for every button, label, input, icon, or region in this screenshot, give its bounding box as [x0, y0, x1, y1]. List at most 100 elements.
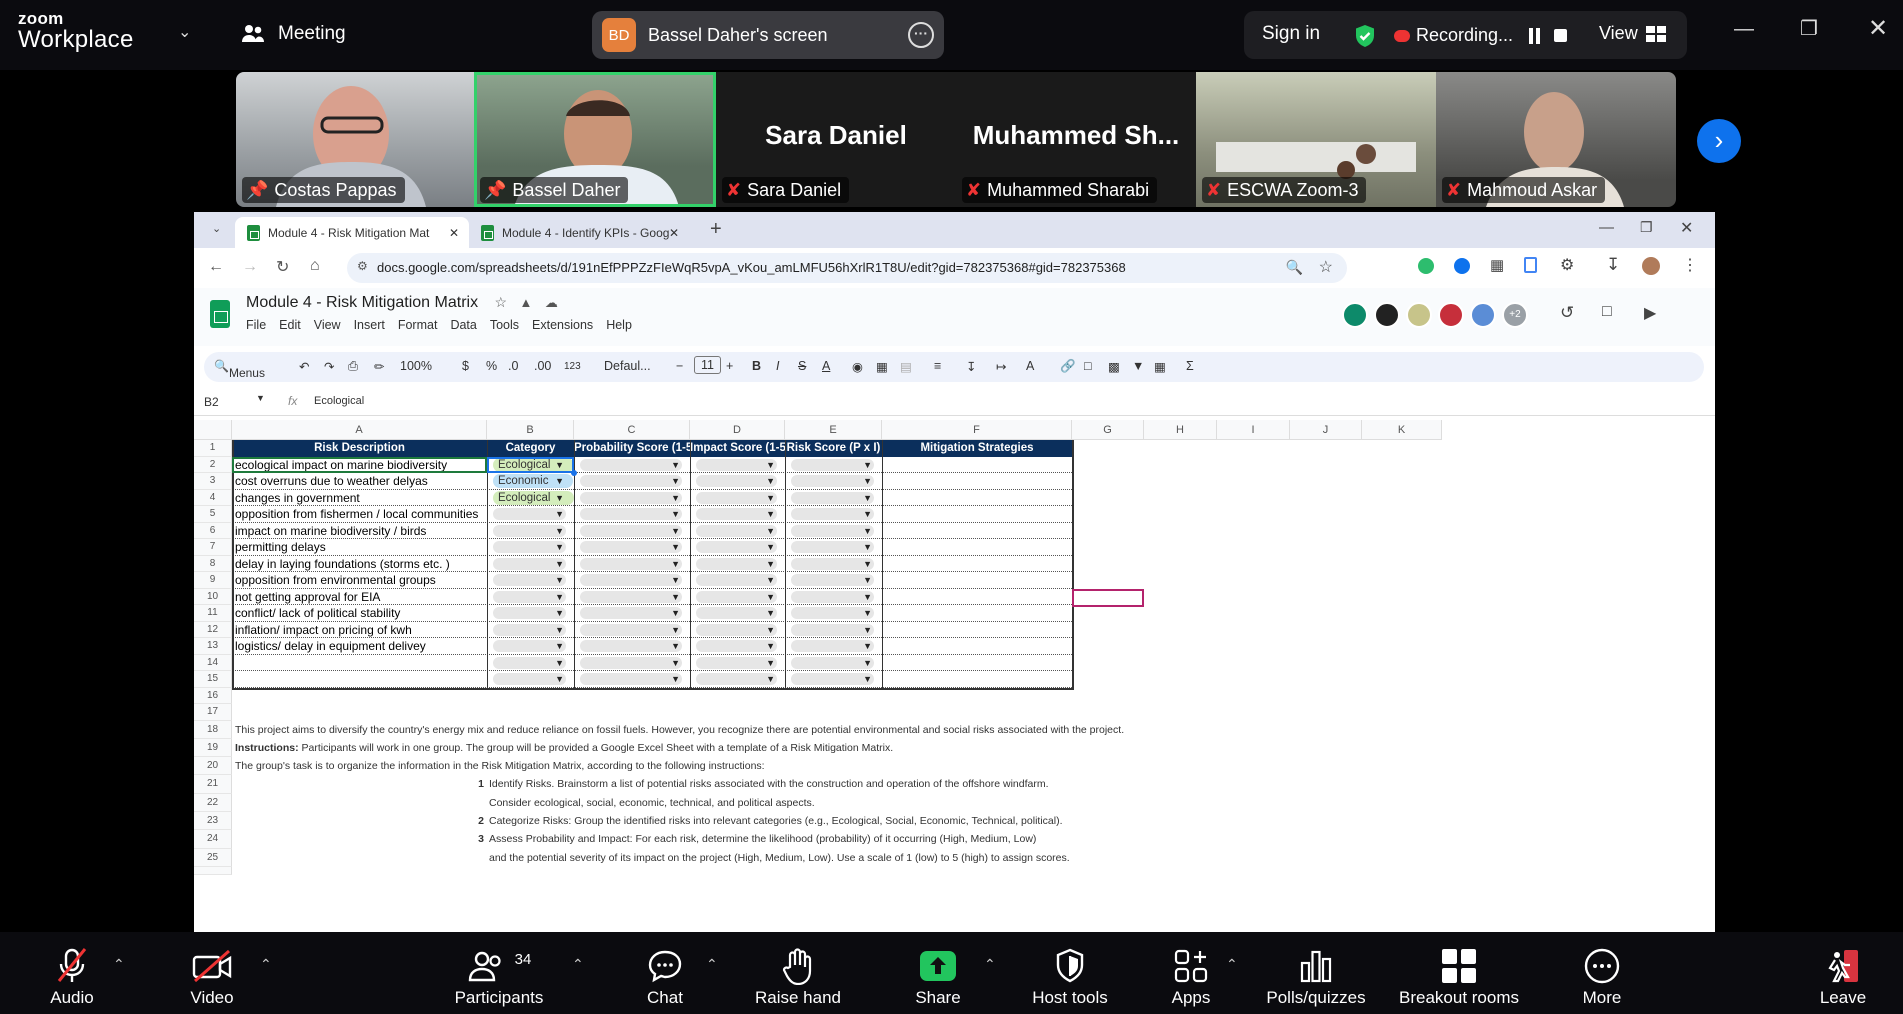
score-dropdown[interactable]: ▼ [785, 589, 882, 606]
empty-dropdown-chip[interactable] [580, 557, 682, 570]
empty-dropdown-chip[interactable] [791, 673, 874, 685]
collaborator-avatar[interactable] [1438, 302, 1464, 328]
name-box-dropdown-icon[interactable]: ▼ [256, 393, 265, 403]
column-header[interactable]: E [785, 420, 882, 440]
video-tile-escwa[interactable]: ✘ ESCWA Zoom-3 [1196, 72, 1436, 207]
empty-dropdown-chip[interactable] [696, 458, 777, 471]
video-tile-sara[interactable]: Sara Daniel ✘ Sara Daniel [716, 72, 956, 207]
raise-hand-button[interactable]: Raise hand [750, 946, 846, 1008]
move-icon[interactable]: ▲ [520, 295, 533, 310]
instruction-text[interactable]: Categorize Risks: Group the identified r… [489, 812, 1063, 830]
column-header[interactable]: K [1362, 420, 1442, 440]
category-dropdown[interactable]: ▼ [487, 523, 574, 540]
row-header[interactable]: 4 [194, 489, 232, 506]
dropdown-arrow-icon[interactable]: ▼ [671, 671, 680, 688]
row-header[interactable]: 7 [194, 539, 232, 556]
dropdown-arrow-icon[interactable]: ▼ [671, 589, 680, 606]
minimize-icon[interactable]: — [1599, 219, 1614, 236]
row-header[interactable]: 15 [194, 671, 232, 688]
row-header[interactable]: 3 [194, 473, 232, 490]
score-dropdown[interactable]: ▼ [785, 622, 882, 639]
score-dropdown[interactable]: ▼ [574, 473, 690, 490]
share-options-caret-icon[interactable]: ⌃ [984, 956, 996, 973]
empty-dropdown-chip[interactable] [696, 557, 777, 570]
category-dropdown[interactable]: ▼ [487, 638, 574, 655]
dropdown-arrow-icon[interactable]: ▼ [555, 671, 564, 688]
table-header-cell[interactable]: Risk Description [232, 440, 487, 457]
score-dropdown[interactable]: ▼ [785, 506, 882, 523]
empty-dropdown-chip[interactable] [580, 491, 682, 504]
mitigation-cell[interactable] [882, 523, 1072, 540]
comment-icon[interactable]: □ [1084, 359, 1092, 373]
empty-dropdown-chip[interactable] [696, 574, 777, 586]
category-dropdown[interactable]: ▼ [487, 572, 574, 589]
dropdown-arrow-icon[interactable]: ▼ [766, 506, 775, 523]
row-header[interactable]: 9 [194, 572, 232, 589]
score-dropdown[interactable]: ▼ [785, 473, 882, 490]
dropdown-arrow-icon[interactable]: ▼ [766, 556, 775, 573]
mitigation-cell[interactable] [882, 572, 1072, 589]
row-header[interactable]: 8 [194, 555, 232, 572]
score-dropdown[interactable]: ▼ [690, 506, 785, 523]
undo-icon[interactable]: ↶ [299, 359, 309, 374]
dropdown-arrow-icon[interactable]: ▼ [766, 671, 775, 688]
text-rotation-icon[interactable]: A [1026, 359, 1034, 373]
dropdown-arrow-icon[interactable]: ▼ [766, 539, 775, 556]
instruction-text[interactable]: The group's task is to organize the info… [235, 757, 765, 775]
row-header[interactable]: 17 [194, 704, 232, 721]
instruction-text[interactable]: Consider ecological, social, economic, t… [489, 794, 815, 812]
audio-button[interactable]: Audio [40, 946, 104, 1008]
back-icon[interactable]: ← [208, 258, 224, 276]
empty-dropdown-chip[interactable] [580, 508, 682, 520]
row-header[interactable]: 10 [194, 588, 232, 605]
close-tab-icon[interactable]: ✕ [449, 226, 459, 240]
empty-dropdown-chip[interactable] [791, 508, 874, 520]
row-header[interactable]: 25 [194, 848, 232, 867]
menu-data[interactable]: Data [450, 318, 476, 332]
score-dropdown[interactable]: ▼ [785, 638, 882, 655]
dropdown-arrow-icon[interactable]: ▼ [863, 572, 872, 589]
docs-extension-icon[interactable] [1524, 257, 1537, 273]
view-button[interactable]: View [1599, 23, 1666, 44]
decrease-font-icon[interactable]: − [676, 359, 683, 373]
more-formats-button[interactable]: 123 [564, 361, 581, 372]
fill-color-icon[interactable]: ◉ [852, 359, 863, 374]
bookmark-star-icon[interactable]: ☆ [1319, 257, 1333, 277]
dropdown-arrow-icon[interactable]: ▼ [863, 506, 872, 523]
column-header[interactable]: D [690, 420, 785, 440]
dropdown-arrow-icon[interactable]: ▼ [863, 671, 872, 688]
meeting-tab[interactable]: Meeting [240, 21, 346, 47]
leave-button[interactable]: Leave [1818, 946, 1868, 1008]
column-header[interactable]: C [574, 420, 690, 440]
risk-description-cell[interactable]: not getting approval for EIA [232, 589, 487, 606]
dropdown-arrow-icon[interactable]: ▼ [863, 638, 872, 655]
empty-dropdown-chip[interactable] [791, 574, 874, 586]
empty-dropdown-chip[interactable] [580, 541, 682, 553]
risk-description-cell[interactable] [232, 655, 487, 672]
menu-tools[interactable]: Tools [490, 318, 519, 332]
menu-insert[interactable]: Insert [354, 318, 385, 332]
more-button[interactable]: More [1578, 946, 1626, 1008]
dropdown-arrow-icon[interactable]: ▼ [671, 473, 680, 490]
table-header-cell[interactable]: Mitigation Strategies [882, 440, 1072, 457]
video-button[interactable]: Video [178, 946, 246, 1008]
category-dropdown[interactable]: ▼ [487, 622, 574, 639]
apps-button[interactable]: Apps [1166, 946, 1216, 1008]
dropdown-arrow-icon[interactable]: ▼ [671, 572, 680, 589]
minimize-icon[interactable]: — [1734, 18, 1754, 41]
participants-button[interactable]: 34 Participants [444, 946, 554, 1008]
empty-dropdown-chip[interactable] [791, 491, 874, 504]
zoom-select[interactable]: 100% [400, 359, 432, 373]
polls-button[interactable]: Polls/quizzes [1262, 946, 1370, 1008]
zoom-lens-icon[interactable]: 🔍 [1286, 259, 1303, 276]
score-dropdown[interactable]: ▼ [690, 523, 785, 540]
empty-dropdown-chip[interactable] [696, 640, 777, 652]
cloud-status-icon[interactable]: ☁ [545, 295, 558, 310]
column-header[interactable]: J [1290, 420, 1362, 440]
empty-dropdown-chip[interactable] [580, 656, 682, 669]
close-icon[interactable]: ✕ [1868, 14, 1888, 43]
audio-options-caret-icon[interactable]: ⌃ [113, 956, 125, 973]
column-header[interactable]: H [1144, 420, 1217, 440]
score-dropdown[interactable]: ▼ [690, 473, 785, 490]
column-header[interactable]: F [882, 420, 1072, 440]
